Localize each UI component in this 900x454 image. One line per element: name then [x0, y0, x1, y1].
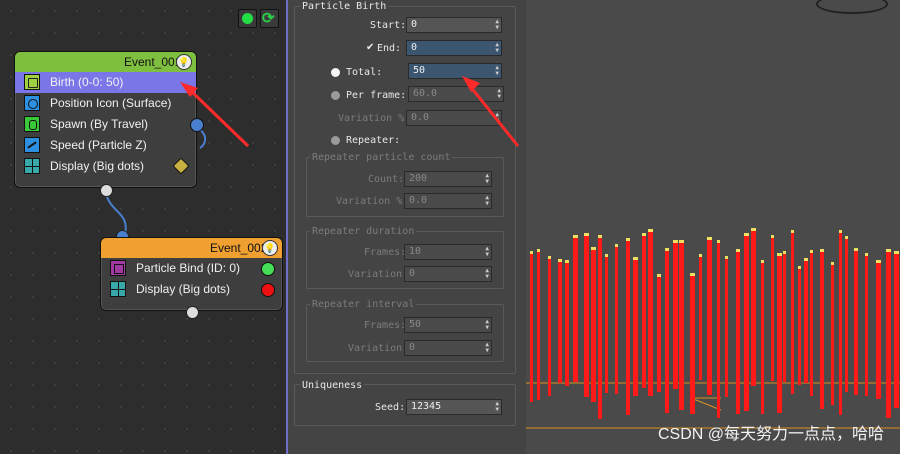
- annotation-arrow: [462, 76, 520, 147]
- particle-streak: [854, 251, 858, 395]
- particle-streaks: [530, 228, 899, 419]
- particle-streak: [839, 233, 842, 415]
- particle-tip: [626, 238, 630, 241]
- particle-tip: [810, 250, 813, 253]
- particle-tip: [690, 273, 695, 276]
- particle-streak: [584, 236, 589, 397]
- particle-streak: [761, 263, 764, 414]
- particle-streak: [804, 261, 808, 383]
- particle-tip: [744, 233, 749, 236]
- particle-tip: [839, 230, 842, 233]
- particle-tip: [725, 256, 728, 259]
- particle-tip: [717, 240, 720, 243]
- particle-streak: [615, 247, 618, 394]
- particle-streak: [591, 250, 596, 402]
- particle-tip: [615, 244, 618, 247]
- particle-streak: [690, 276, 695, 414]
- particle-streak: [633, 260, 638, 396]
- particle-tip: [707, 237, 712, 240]
- particle-tip: [648, 229, 653, 232]
- particle-streak: [699, 257, 702, 380]
- particle-streak: [777, 256, 782, 413]
- particle-tip: [798, 266, 801, 269]
- particle-streak: [744, 236, 749, 411]
- particle-streak: [642, 236, 646, 388]
- particle-tip: [679, 240, 684, 243]
- particle-streak: [783, 254, 786, 382]
- particle-streak: [865, 256, 868, 396]
- particle-streak: [791, 233, 794, 394]
- particle-streak: [886, 252, 891, 418]
- particle-streak: [845, 239, 848, 392]
- particle-tip: [665, 248, 669, 251]
- particle-tip: [783, 251, 786, 254]
- particle-streak: [626, 241, 630, 415]
- 3d-viewport[interactable]: CSDN @每天努力一点点，哈哈: [526, 0, 900, 454]
- particle-tip: [565, 260, 569, 263]
- particle-streak: [573, 238, 578, 382]
- particle-streak: [598, 238, 602, 419]
- particle-tip: [573, 235, 578, 238]
- particle-tip: [530, 251, 533, 254]
- particle-streak: [530, 254, 533, 402]
- particle-streak: [707, 240, 712, 395]
- particle-tip: [804, 258, 808, 261]
- particle-tip: [548, 256, 551, 259]
- particle-tip: [633, 257, 638, 260]
- particle-streak: [751, 231, 756, 386]
- particle-tip: [831, 262, 834, 265]
- particle-streak: [725, 259, 728, 397]
- particle-tip: [558, 259, 562, 262]
- particle-streak: [673, 243, 678, 389]
- particle-streak: [831, 265, 834, 405]
- particle-streak: [771, 238, 774, 381]
- particle-tip: [761, 260, 764, 263]
- particle-tip: [791, 230, 794, 233]
- particle-tip: [845, 236, 848, 239]
- particle-streak: [679, 243, 684, 410]
- particle-tip: [642, 233, 646, 236]
- particle-streak: [665, 251, 669, 413]
- annotation-arrow: [180, 82, 250, 148]
- particle-tip: [886, 249, 891, 252]
- parameter-panel: Particle Birth Start: 0 ▲ ▼ ✔ End: 0 ▲ ▼ Tot…: [288, 0, 526, 454]
- particle-streak: [798, 269, 801, 385]
- particle-streak: [565, 263, 569, 386]
- particle-tip: [673, 240, 678, 243]
- particle-tip: [537, 249, 540, 252]
- particle-tip: [584, 233, 589, 236]
- particle-tip: [865, 253, 868, 256]
- particle-tip: [894, 251, 899, 254]
- particle-tip: [736, 249, 740, 252]
- particle-streak: [876, 263, 881, 399]
- particle-view-graph[interactable]: ⟳ Event_001 💡 Birth (0-0: 50) Position I…: [0, 0, 288, 454]
- particle-streak: [894, 254, 899, 408]
- particle-streak: [605, 257, 608, 393]
- watermark-text: CSDN @每天努力一点点，哈哈: [657, 426, 884, 443]
- particle-tip: [591, 247, 596, 250]
- particle-tip: [771, 235, 774, 238]
- particle-tip: [751, 228, 756, 231]
- particle-tip: [598, 235, 602, 238]
- particle-tip: [854, 248, 858, 251]
- particle-streak: [657, 277, 661, 392]
- particle-streak: [558, 262, 562, 383]
- particle-tip: [699, 254, 702, 257]
- particle-tip: [777, 253, 782, 256]
- particle-streak: [820, 252, 824, 409]
- particle-streak: [810, 253, 813, 396]
- particle-streak: [717, 243, 720, 418]
- particle-tip: [657, 274, 661, 277]
- particle-tip: [820, 249, 824, 252]
- particle-streak: [736, 252, 740, 414]
- particle-streak: [648, 232, 653, 396]
- particle-tip: [605, 254, 608, 257]
- particle-streak: [537, 252, 540, 400]
- particle-streak: [548, 259, 551, 396]
- particle-tip: [876, 260, 881, 263]
